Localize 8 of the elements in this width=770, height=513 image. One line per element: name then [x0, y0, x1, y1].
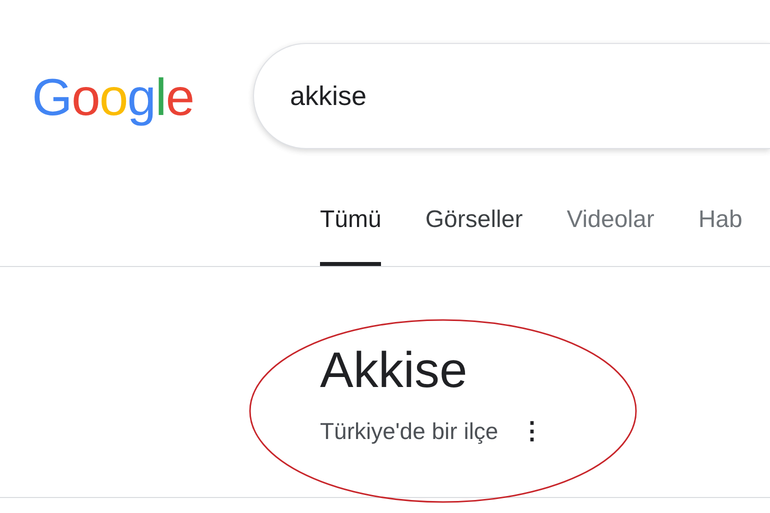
search-field[interactable]: akkise	[253, 43, 770, 149]
tab[interactable]: Videolar	[566, 198, 654, 266]
more-options-icon[interactable]: ⋮	[520, 417, 544, 446]
tab[interactable]: Hab	[698, 198, 742, 266]
tab[interactable]: Görseller	[425, 198, 523, 266]
result-title: Akkise	[320, 345, 468, 395]
google-logo[interactable]: Google	[0, 72, 253, 124]
result-subtitle: Türkiye'de bir ilçe	[320, 418, 498, 445]
